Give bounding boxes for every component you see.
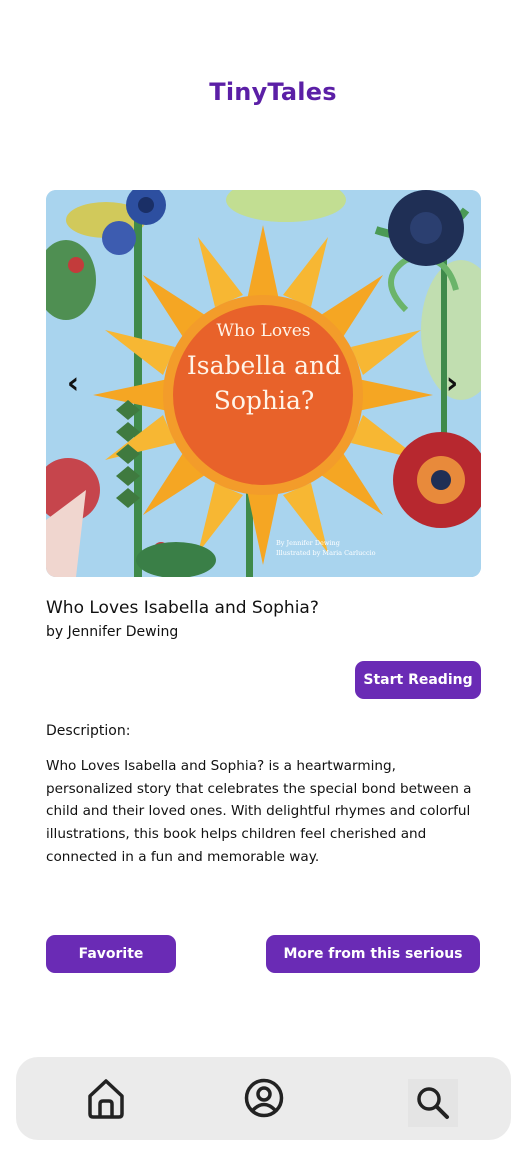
favorite-button[interactable]: Favorite: [46, 935, 176, 973]
search-icon: [417, 1087, 449, 1119]
cover-credits: By Jennifer Dewing Illustrated by Maria …: [276, 538, 376, 558]
description-heading: Description:: [46, 723, 131, 739]
cover-credit-author: By Jennifer Dewing: [276, 539, 340, 547]
book-cover-carousel[interactable]: Who Loves Isabella and Sophia? By Jennif…: [46, 190, 481, 577]
nav-profile-button[interactable]: [241, 1075, 287, 1121]
user-circle-icon: [244, 1078, 284, 1118]
chevron-left-icon: ‹: [66, 366, 80, 401]
book-author: by Jennifer Dewing: [46, 624, 179, 640]
cover-main-title: Isabella and Sophia?: [186, 351, 342, 415]
more-from-series-button[interactable]: More from this serious: [266, 935, 480, 973]
nav-search-button[interactable]: [408, 1079, 458, 1127]
chevron-right-icon: ›: [445, 366, 459, 401]
app-title: TinyTales: [209, 78, 337, 106]
description-text: Who Loves Isabella and Sophia? is a hear…: [46, 758, 472, 865]
carousel-next-button[interactable]: ›: [435, 364, 469, 404]
home-icon: [88, 1079, 124, 1119]
start-reading-button[interactable]: Start Reading: [355, 661, 481, 699]
cover-credit-illustrator: Illustrated by Maria Carluccio: [276, 549, 376, 557]
nav-home-button[interactable]: [83, 1075, 129, 1121]
bottom-navigation-bar: [16, 1057, 511, 1140]
cover-pretitle: Who Loves: [216, 321, 311, 341]
book-title: Who Loves Isabella and Sophia?: [46, 598, 319, 618]
carousel-prev-button[interactable]: ‹: [56, 364, 90, 404]
